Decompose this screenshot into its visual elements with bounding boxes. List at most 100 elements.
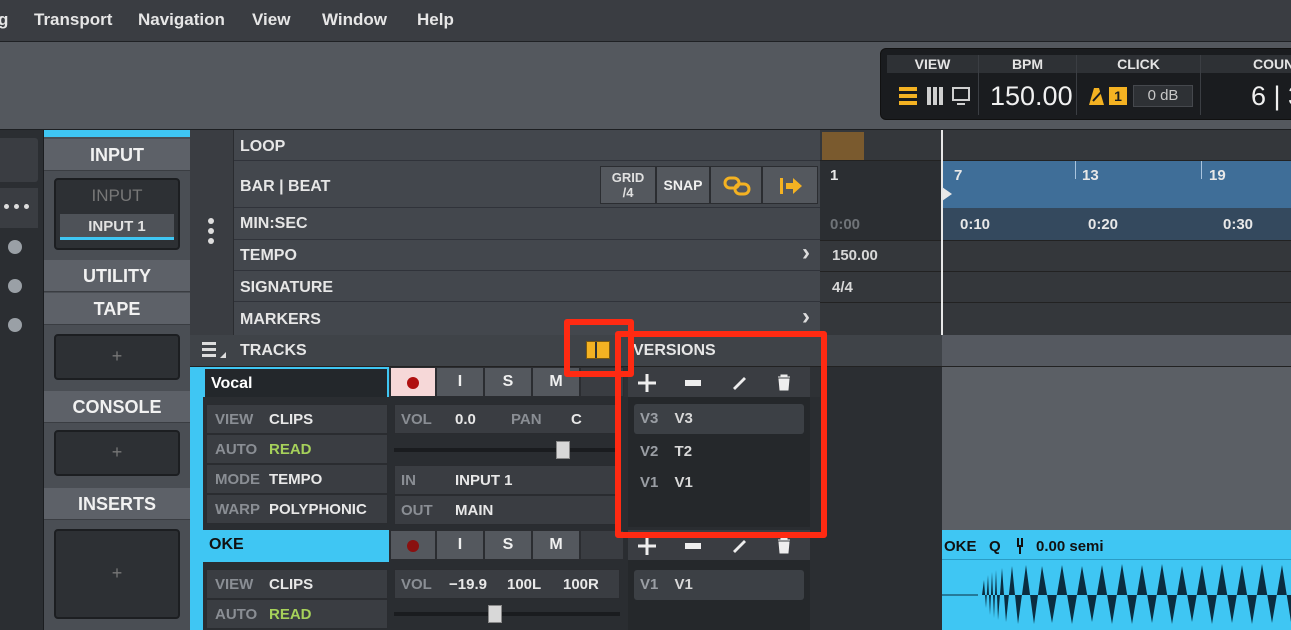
view-cell: VIEW bbox=[887, 55, 979, 115]
volume-pan-row[interactable]: VOL 0.0 PAN C bbox=[394, 404, 620, 434]
menu-transport[interactable]: Transport bbox=[34, 10, 112, 30]
playhead-marker-icon[interactable] bbox=[941, 186, 953, 202]
signature-row[interactable]: SIGNATURE bbox=[234, 271, 820, 302]
loop-row[interactable]: LOOP bbox=[234, 130, 820, 161]
track-list-icon[interactable] bbox=[200, 340, 228, 362]
more-options-icon[interactable] bbox=[206, 216, 216, 246]
view-label: VIEW bbox=[215, 576, 254, 593]
delete-version-icon[interactable] bbox=[776, 536, 792, 554]
markers-expand-icon[interactable]: › bbox=[802, 299, 810, 335]
tempo-lane[interactable]: 150.00 bbox=[820, 240, 1291, 271]
pan-value[interactable]: C bbox=[571, 411, 582, 428]
menu-view[interactable]: View bbox=[252, 10, 290, 30]
rename-version-icon[interactable] bbox=[730, 536, 748, 554]
track-lane-left[interactable] bbox=[820, 367, 942, 530]
menu-song[interactable]: g bbox=[0, 10, 8, 30]
volume-value[interactable]: 0.0 bbox=[455, 411, 476, 428]
pan-left-value[interactable]: 100L bbox=[507, 576, 541, 593]
track-name-field[interactable]: OKE bbox=[203, 530, 389, 562]
tape-slot[interactable]: + bbox=[54, 334, 180, 380]
output-route[interactable]: OUT MAIN bbox=[394, 495, 620, 525]
menu-help[interactable]: Help bbox=[417, 10, 454, 30]
version-item[interactable]: V1 V1 bbox=[634, 570, 804, 600]
bar-lane[interactable]: 1 7 13 19 bbox=[820, 161, 1291, 208]
clip-name[interactable]: OKE bbox=[944, 538, 977, 555]
metronome-icon[interactable] bbox=[1085, 85, 1107, 107]
warp-setting[interactable]: WARP POLYPHONIC bbox=[206, 494, 388, 524]
view-setting[interactable]: VIEW CLIPS bbox=[206, 569, 388, 599]
remove-version-icon[interactable] bbox=[684, 538, 702, 554]
click-label: CLICK bbox=[1077, 55, 1200, 73]
inserts-slot[interactable]: + bbox=[54, 529, 180, 619]
strip-menu[interactable] bbox=[0, 188, 38, 228]
input-slot-selected[interactable]: INPUT 1 bbox=[60, 214, 174, 240]
timeline-ruler[interactable]: 1 7 13 19 0:00 0:10 0:20 0:30 150.00 4/4 bbox=[820, 130, 1291, 335]
solo-button[interactable]: S bbox=[484, 530, 532, 560]
volume-slider[interactable] bbox=[394, 441, 620, 459]
tempo-row[interactable]: TEMPO › bbox=[234, 237, 820, 271]
input-slot-top: INPUT bbox=[91, 186, 143, 205]
view-mode-icons[interactable] bbox=[897, 85, 973, 109]
tempo-value[interactable]: 150.00 bbox=[832, 247, 878, 264]
out-value: MAIN bbox=[455, 502, 494, 519]
signature-value[interactable]: 4/4 bbox=[832, 279, 853, 296]
track-lane-vocal[interactable] bbox=[942, 367, 1291, 530]
bar-label: 13 bbox=[1082, 167, 1099, 184]
track-name-field[interactable]: Vocal bbox=[203, 367, 389, 399]
strip-knob[interactable] bbox=[8, 279, 22, 293]
automation-setting[interactable]: AUTO READ bbox=[206, 434, 388, 464]
input-selector[interactable]: INPUT INPUT 1 bbox=[54, 178, 180, 250]
volume-slider[interactable] bbox=[394, 605, 620, 623]
record-arm-button[interactable] bbox=[390, 530, 436, 560]
bar-selection[interactable] bbox=[942, 161, 1291, 208]
add-version-icon[interactable] bbox=[636, 535, 658, 557]
grid-button[interactable]: GRID /4 bbox=[600, 166, 656, 204]
click-count-badge[interactable]: 1 bbox=[1109, 87, 1127, 105]
highlight-versions-panel bbox=[615, 331, 827, 538]
min-sec-row[interactable]: MIN:SEC bbox=[234, 208, 820, 240]
click-level[interactable]: 0 dB bbox=[1133, 85, 1193, 107]
bpm-cell[interactable]: BPM 150.00 bbox=[979, 55, 1077, 115]
follow-button[interactable] bbox=[762, 166, 818, 204]
pan-right-value[interactable]: 100R bbox=[563, 576, 599, 593]
volume-value[interactable]: −19.9 bbox=[449, 576, 487, 593]
tempo-expand-icon[interactable]: › bbox=[802, 237, 810, 268]
markers-lane[interactable] bbox=[820, 302, 1291, 335]
input-route[interactable]: IN INPUT 1 bbox=[394, 465, 620, 495]
slider-thumb[interactable] bbox=[488, 605, 502, 623]
strip-knob[interactable] bbox=[8, 240, 22, 254]
track-color-strip[interactable] bbox=[190, 367, 203, 530]
volume-pan-row[interactable]: VOL −19.9 100L 100R bbox=[394, 569, 620, 599]
strip-knob[interactable] bbox=[8, 318, 22, 332]
view-setting[interactable]: VIEW CLIPS bbox=[206, 404, 388, 434]
version-code: V1 bbox=[640, 576, 659, 593]
monitor-button[interactable]: I bbox=[436, 367, 484, 397]
time-lane[interactable]: 0:00 0:10 0:20 0:30 bbox=[820, 208, 1291, 240]
record-arm-button[interactable] bbox=[390, 367, 436, 397]
slider-thumb[interactable] bbox=[556, 441, 570, 459]
loop-lane[interactable] bbox=[820, 130, 1291, 161]
monitor-button[interactable]: I bbox=[436, 530, 484, 560]
playhead-line[interactable] bbox=[941, 130, 943, 335]
loop-region[interactable] bbox=[822, 132, 864, 160]
auto-value: READ bbox=[269, 606, 312, 623]
signature-lane[interactable]: 4/4 bbox=[820, 271, 1291, 302]
clip-pitch[interactable]: 0.00 semi bbox=[1036, 538, 1104, 555]
strip-tab[interactable] bbox=[0, 138, 38, 182]
audio-clip-oke[interactable]: OKE Q 0.00 semi bbox=[942, 530, 1291, 630]
mute-button[interactable]: M bbox=[532, 530, 580, 560]
snap-button[interactable]: SNAP bbox=[656, 166, 710, 204]
menu-window[interactable]: Window bbox=[322, 10, 387, 30]
clip-quantize[interactable]: Q bbox=[989, 538, 1001, 555]
link-button[interactable] bbox=[710, 166, 762, 204]
menu-navigation[interactable]: Navigation bbox=[138, 10, 225, 30]
solo-button[interactable]: S bbox=[484, 367, 532, 397]
mode-setting[interactable]: MODE TEMPO bbox=[206, 464, 388, 494]
console-slot[interactable]: + bbox=[54, 430, 180, 476]
bpm-value[interactable]: 150.00 bbox=[990, 81, 1073, 112]
view-value: CLIPS bbox=[269, 576, 314, 593]
track-color-strip[interactable] bbox=[190, 530, 203, 630]
input-header: INPUT bbox=[44, 139, 190, 171]
track-lane-left[interactable] bbox=[810, 530, 942, 630]
automation-setting[interactable]: AUTO READ bbox=[206, 599, 388, 629]
